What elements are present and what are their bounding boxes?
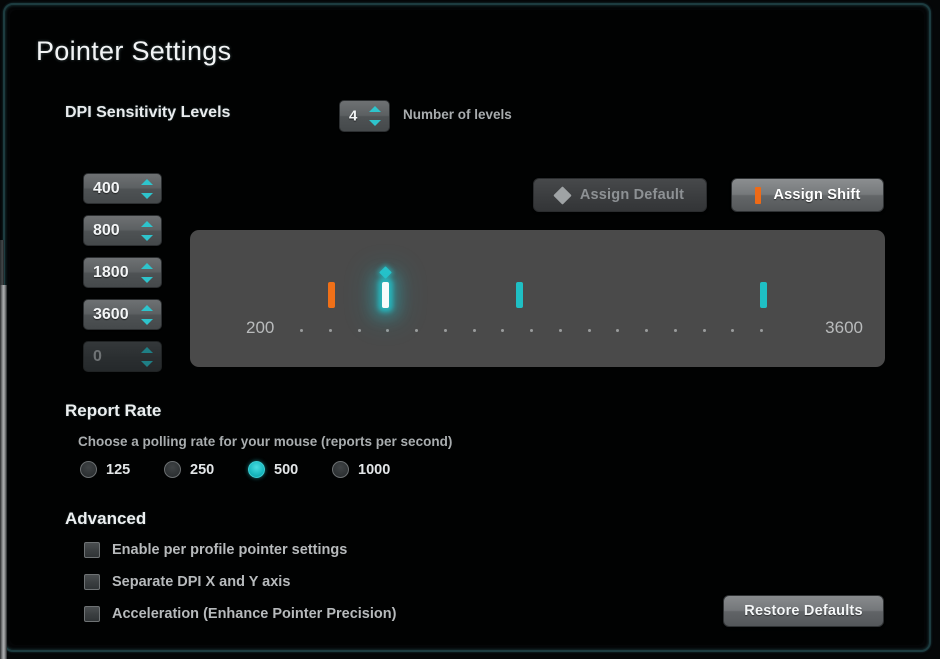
number-of-levels-value: 4 bbox=[349, 107, 358, 125]
slider-tick bbox=[328, 329, 332, 332]
radio-dot[interactable] bbox=[248, 461, 265, 478]
slider-marker-3600[interactable] bbox=[760, 282, 767, 308]
chevron-down-icon[interactable] bbox=[141, 318, 153, 325]
report-rate-option-500[interactable]: 500 bbox=[248, 461, 298, 478]
advanced-checkbox-row-1[interactable]: Enable per profile pointer settings bbox=[84, 542, 347, 558]
dpi-stage-value-1: 400 bbox=[93, 179, 120, 197]
dpi-stage-value-5: 0 bbox=[93, 347, 102, 365]
radio-label: 1000 bbox=[358, 461, 391, 478]
dpi-sensitivity-levels-label: DPI Sensitivity Levels bbox=[65, 104, 231, 121]
selected-marker-diamond-icon bbox=[379, 266, 392, 279]
slider-tick bbox=[530, 329, 533, 332]
assign-default-button[interactable]: Assign Default bbox=[533, 178, 707, 212]
dpi-stage-value-3: 1800 bbox=[93, 263, 129, 281]
chevron-up-icon[interactable] bbox=[369, 106, 381, 112]
diamond-icon bbox=[553, 185, 572, 205]
number-of-levels-spinner[interactable]: 4 bbox=[339, 100, 390, 132]
dpi-stage-value-2: 800 bbox=[93, 221, 120, 239]
pointer-settings-window: Pointer Settings DPI Sensitivity Levels … bbox=[0, 0, 940, 659]
slider-tick bbox=[673, 329, 677, 332]
slider-marker-800[interactable] bbox=[382, 282, 389, 308]
chevron-down-icon bbox=[141, 360, 153, 367]
report-rate-option-125[interactable]: 125 bbox=[80, 461, 130, 478]
spinner-arrows[interactable] bbox=[369, 105, 382, 127]
chevron-down-icon[interactable] bbox=[141, 234, 153, 241]
advanced-checkbox-row-2[interactable]: Separate DPI X and Y axis bbox=[84, 574, 290, 590]
checkbox[interactable] bbox=[84, 574, 100, 590]
window-frame: Pointer Settings DPI Sensitivity Levels … bbox=[3, 3, 931, 652]
slider-tick bbox=[645, 329, 648, 332]
slider-min-label: 200 bbox=[246, 318, 275, 337]
dpi-stage-spinner-5: 0 bbox=[83, 341, 162, 372]
chevron-up-icon[interactable] bbox=[141, 220, 153, 227]
chevron-up-icon[interactable] bbox=[141, 178, 153, 185]
scrollbar-thumb[interactable] bbox=[0, 285, 7, 659]
checkbox-label: Acceleration (Enhance Pointer Precision) bbox=[112, 606, 397, 622]
dpi-stage-spinner-2[interactable]: 800 bbox=[83, 215, 162, 246]
slider-marker-400[interactable] bbox=[328, 282, 335, 308]
restore-defaults-label: Restore Defaults bbox=[744, 603, 863, 619]
page-title: Pointer Settings bbox=[36, 36, 232, 66]
chevron-up-icon[interactable] bbox=[141, 262, 153, 269]
spinner-arrows bbox=[141, 346, 154, 368]
checkbox-label: Enable per profile pointer settings bbox=[112, 542, 348, 558]
slider-tick bbox=[760, 329, 763, 332]
chevron-up-icon bbox=[141, 346, 153, 353]
slider-tick bbox=[357, 329, 361, 332]
number-of-levels-caption: Number of levels bbox=[403, 107, 512, 122]
chevron-down-icon[interactable] bbox=[369, 120, 381, 126]
scrollbar-track-segment bbox=[0, 240, 4, 288]
dpi-slider-panel[interactable]: 200 3600 bbox=[190, 230, 885, 367]
slider-tick bbox=[558, 329, 562, 332]
restore-defaults-button[interactable]: Restore Defaults bbox=[723, 595, 884, 627]
radio-dot[interactable] bbox=[332, 461, 349, 478]
radio-label: 125 bbox=[106, 461, 131, 478]
spinner-arrows[interactable] bbox=[141, 178, 154, 200]
advanced-heading: Advanced bbox=[65, 509, 147, 528]
orange-bar-icon bbox=[754, 186, 761, 204]
radio-label: 500 bbox=[274, 461, 299, 478]
window-content: Pointer Settings DPI Sensitivity Levels … bbox=[10, 10, 924, 645]
chevron-down-icon[interactable] bbox=[141, 276, 153, 283]
report-rate-description: Choose a polling rate for your mouse (re… bbox=[78, 434, 453, 449]
report-rate-option-1000[interactable]: 1000 bbox=[332, 461, 390, 478]
assign-shift-label: Assign Shift bbox=[773, 187, 861, 203]
slider-tick bbox=[702, 329, 706, 332]
radio-dot[interactable] bbox=[80, 461, 97, 478]
report-rate-heading: Report Rate bbox=[65, 401, 162, 420]
checkbox[interactable] bbox=[84, 542, 100, 558]
spinner-arrows[interactable] bbox=[141, 220, 154, 242]
slider-tick bbox=[386, 329, 390, 332]
chevron-down-icon[interactable] bbox=[141, 192, 153, 199]
slider-tick bbox=[415, 329, 418, 332]
dpi-stage-value-4: 3600 bbox=[93, 305, 129, 323]
slider-max-label: 3600 bbox=[825, 318, 863, 337]
assign-default-label: Assign Default bbox=[579, 187, 685, 203]
slider-tick bbox=[300, 329, 303, 332]
chevron-up-icon[interactable] bbox=[141, 304, 153, 311]
slider-tick bbox=[443, 329, 447, 332]
slider-tick bbox=[731, 329, 735, 332]
spinner-arrows[interactable] bbox=[141, 304, 154, 326]
radio-dot[interactable] bbox=[164, 461, 181, 478]
slider-tick bbox=[587, 329, 591, 332]
dpi-stage-spinner-3[interactable]: 1800 bbox=[83, 257, 162, 288]
dpi-stage-spinner-1[interactable]: 400 bbox=[83, 173, 162, 204]
slider-tick bbox=[616, 329, 620, 332]
slider-tick bbox=[501, 329, 505, 332]
radio-label: 250 bbox=[190, 461, 215, 478]
slider-marker-1800[interactable] bbox=[516, 282, 523, 308]
assign-shift-button[interactable]: Assign Shift bbox=[731, 178, 884, 212]
dpi-stage-spinner-4[interactable]: 3600 bbox=[83, 299, 162, 330]
advanced-checkbox-row-3[interactable]: Acceleration (Enhance Pointer Precision) bbox=[84, 606, 396, 622]
slider-tick bbox=[472, 329, 476, 332]
checkbox[interactable] bbox=[84, 606, 100, 622]
report-rate-option-250[interactable]: 250 bbox=[164, 461, 214, 478]
spinner-arrows[interactable] bbox=[141, 262, 154, 284]
checkbox-label: Separate DPI X and Y axis bbox=[112, 574, 291, 590]
